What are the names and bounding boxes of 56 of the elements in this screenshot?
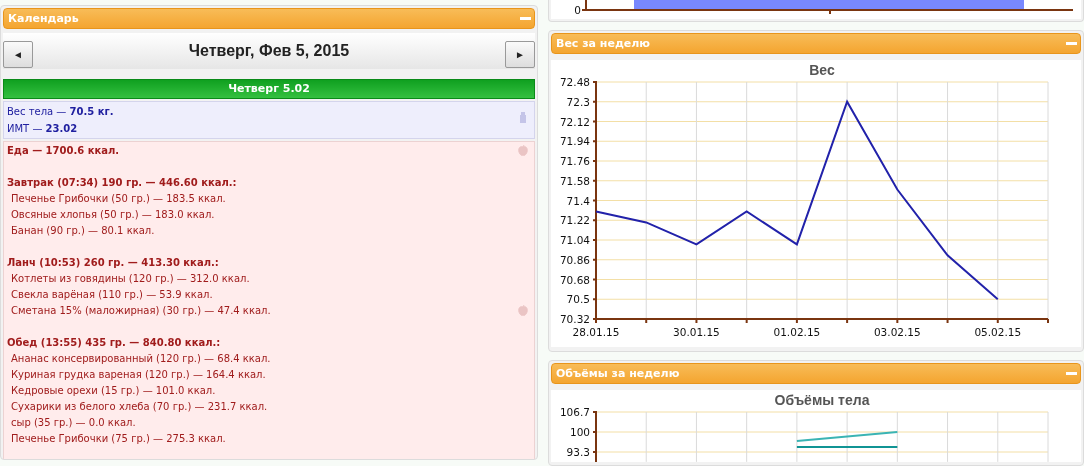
panel-title: Календарь — [8, 12, 79, 25]
y-tick-label: 71.94 — [559, 135, 590, 148]
food-item: Банан (90 гр.) — 80.1 ккал. — [10, 224, 155, 238]
x-tick-label: 05.02.15 — [974, 326, 1022, 338]
apple-icon[interactable] — [518, 305, 528, 316]
y-tick-label: 72.3 — [566, 95, 590, 108]
y-tick-label: 70.68 — [559, 273, 590, 286]
y-tick-label: 71.4 — [566, 194, 590, 207]
y-tick-label: 71.58 — [559, 174, 590, 187]
x-tick-label: 03.02.15 — [873, 326, 921, 338]
y-tick-label: 70.32 — [559, 313, 590, 325]
food-item: Печенье Грибочки (50 гр.) — 183.5 ккал. — [10, 192, 226, 206]
y-tick-label: 71.22 — [559, 214, 590, 227]
food-item: Свекла варёная (110 гр.) — 53.9 ккал. — [10, 288, 213, 302]
body-stat-text: ИМТ — 23.02 — [7, 122, 78, 136]
panel-title: Объёмы за неделю — [556, 367, 680, 380]
food-item: сыр (35 гр.) — 0.0 ккал. — [10, 416, 136, 430]
x-tick-label: 01.02.15 — [773, 326, 821, 338]
meal-header: Обед (13:55) 435 гр. — 840.80 ккал.: — [7, 336, 221, 350]
panel-title: Вес за неделю — [556, 37, 650, 50]
food-item: Сметана 15% (маложирная) (30 гр.) — 47.4 ккал. — [10, 304, 271, 318]
y-tick-label: 71.04 — [559, 234, 590, 246]
axes — [592, 411, 597, 462]
date-title: Четверг, Фев 5, 2015 — [188, 42, 350, 60]
body-stat-text: Вес тела — 70.5 кг. — [7, 105, 114, 119]
previous-day-button[interactable]: ◄ — [3, 40, 33, 68]
food-item: Кедровые орехи (15 гр.) — 101.0 ккал. — [10, 384, 216, 398]
x-tick-label: 28.01.15 — [572, 326, 620, 338]
food-item: Куриная грудка вареная (120 гр.) — 164.4 ккал. — [10, 368, 266, 382]
food-item: Ананас консервированный (120 гр.) — 68.4 ккал. — [10, 352, 271, 366]
y-tick-label: 100 — [569, 426, 590, 438]
food-item: Овсяные хлопья (50 гр.) — 183.0 ккал. — [10, 208, 215, 222]
food-total: Еда — 1700.6 ккал. — [7, 144, 120, 158]
minimize-icon[interactable] — [1066, 42, 1077, 45]
next-day-button[interactable]: ► — [505, 40, 535, 68]
day-header: Четверг 5.02 — [3, 79, 535, 99]
y-tick-label: 71.76 — [559, 155, 590, 167]
y-tick-label: 70.86 — [559, 253, 590, 266]
food-item: Сухарики из белого хлеба (70 гр.) — 231.7 ккал. — [10, 400, 268, 414]
meal-header: Ланч (10:53) 260 гр. — 413.30 ккал.: — [7, 256, 219, 270]
y-tick-label: 72.48 — [559, 76, 590, 88]
apple-icon[interactable] — [518, 145, 528, 156]
minimize-icon[interactable] — [520, 17, 531, 20]
y-tick-label: 72.12 — [559, 115, 590, 128]
y-tick-label: 70.5 — [566, 293, 590, 306]
scale-icon[interactable] — [518, 112, 528, 123]
chart-title: Вес — [809, 62, 835, 78]
y-tick-label: 106.7 — [559, 406, 590, 418]
chart-title: Объёмы тела — [774, 392, 870, 408]
y-tick-label: 93.3 — [566, 446, 590, 458]
x-tick-label: 30.01.15 — [673, 326, 720, 338]
minimize-icon[interactable] — [1066, 372, 1077, 375]
y-tick-label: 0 — [574, 4, 581, 16]
meal-header: Завтрак (07:34) 190 гр. — 446.60 ккал.: — [7, 176, 237, 190]
food-item: Печенье Грибочки (75 гр.) — 275.3 ккал. — [10, 432, 226, 446]
food-item: Котлеты из говядины (120 гр.) — 312.0 ккал. — [10, 272, 250, 286]
